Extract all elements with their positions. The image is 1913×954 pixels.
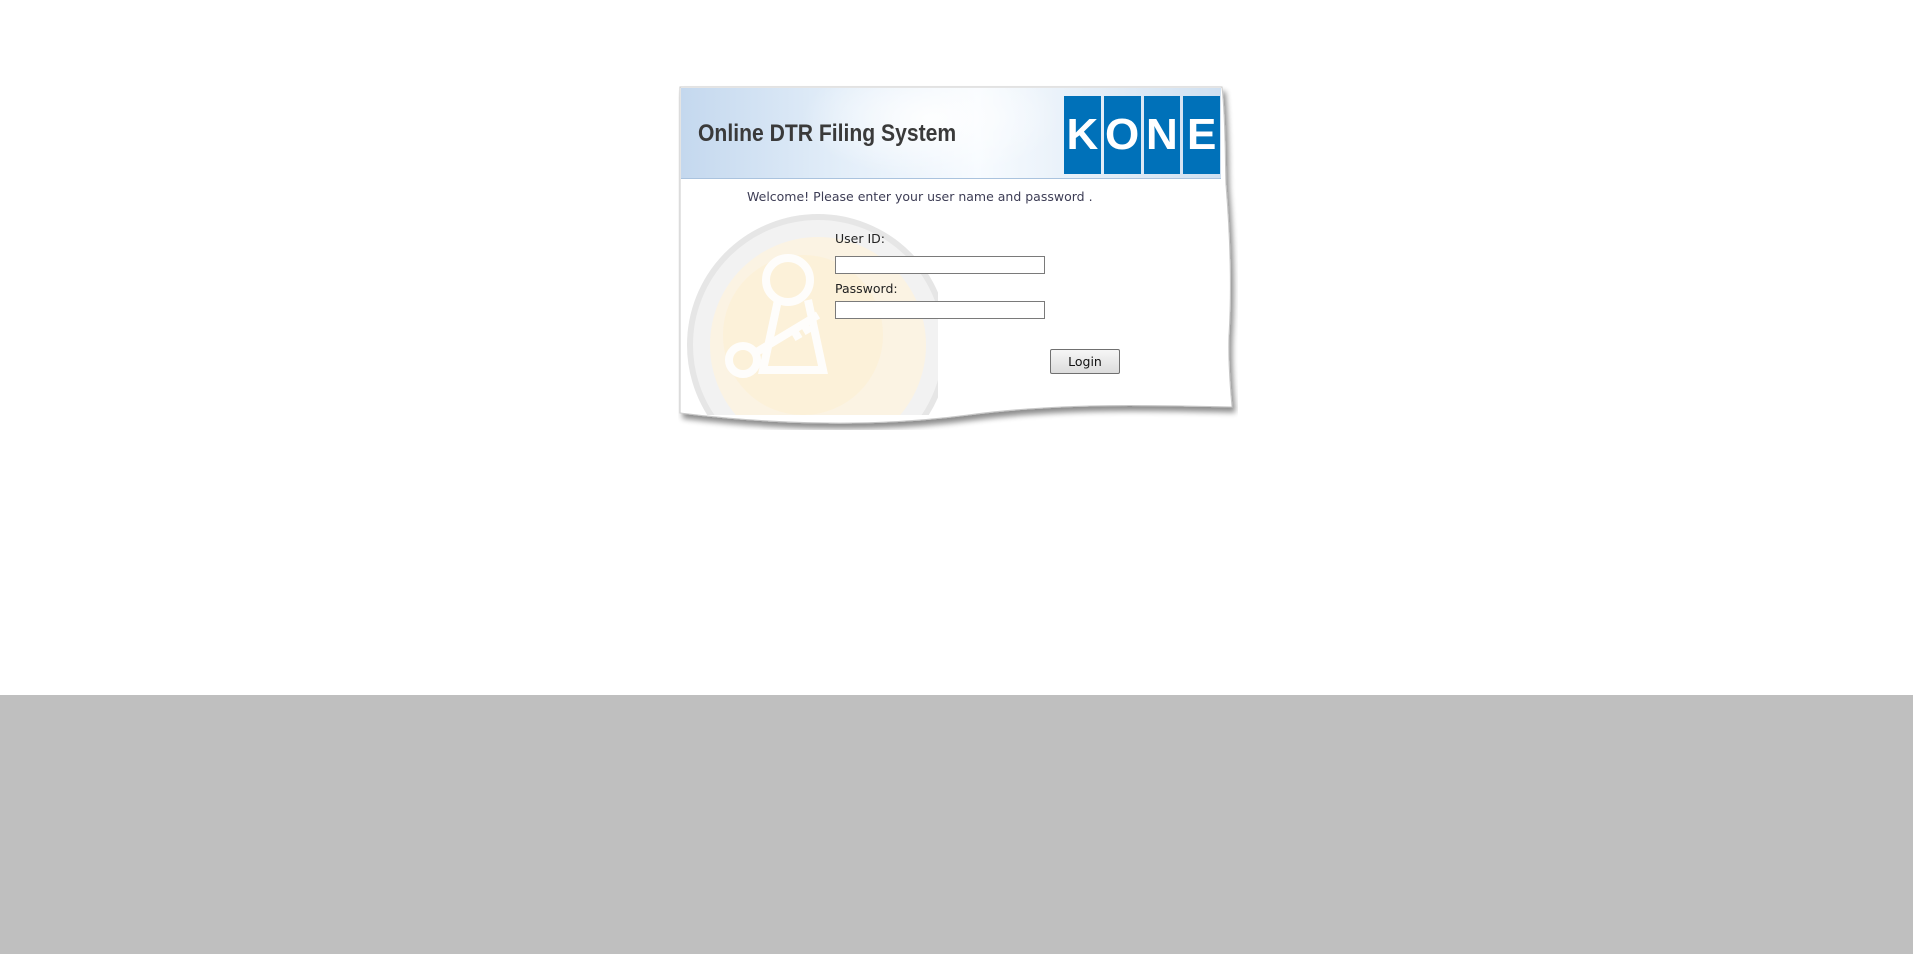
login-button[interactable]: Login [1050, 349, 1120, 374]
page-footer-area [0, 695, 1913, 954]
password-input[interactable] [835, 301, 1045, 319]
login-header: Online DTR Filing System K O N E [681, 88, 1221, 179]
password-label: Password: [835, 281, 898, 296]
app-title: Online DTR Filing System [698, 120, 957, 147]
kone-logo: K O N E [1064, 96, 1220, 174]
user-id-input[interactable] [835, 256, 1045, 274]
logo-letter-o: O [1103, 96, 1141, 174]
user-id-label: User ID: [835, 231, 885, 246]
logo-letter-k: K [1064, 96, 1101, 174]
login-panel: Online DTR Filing System K O N E Welcome… [678, 85, 1238, 430]
logo-letter-e: E [1183, 96, 1220, 174]
logo-letter-n: N [1143, 96, 1181, 174]
welcome-message: Welcome! Please enter your user name and… [747, 189, 1093, 204]
